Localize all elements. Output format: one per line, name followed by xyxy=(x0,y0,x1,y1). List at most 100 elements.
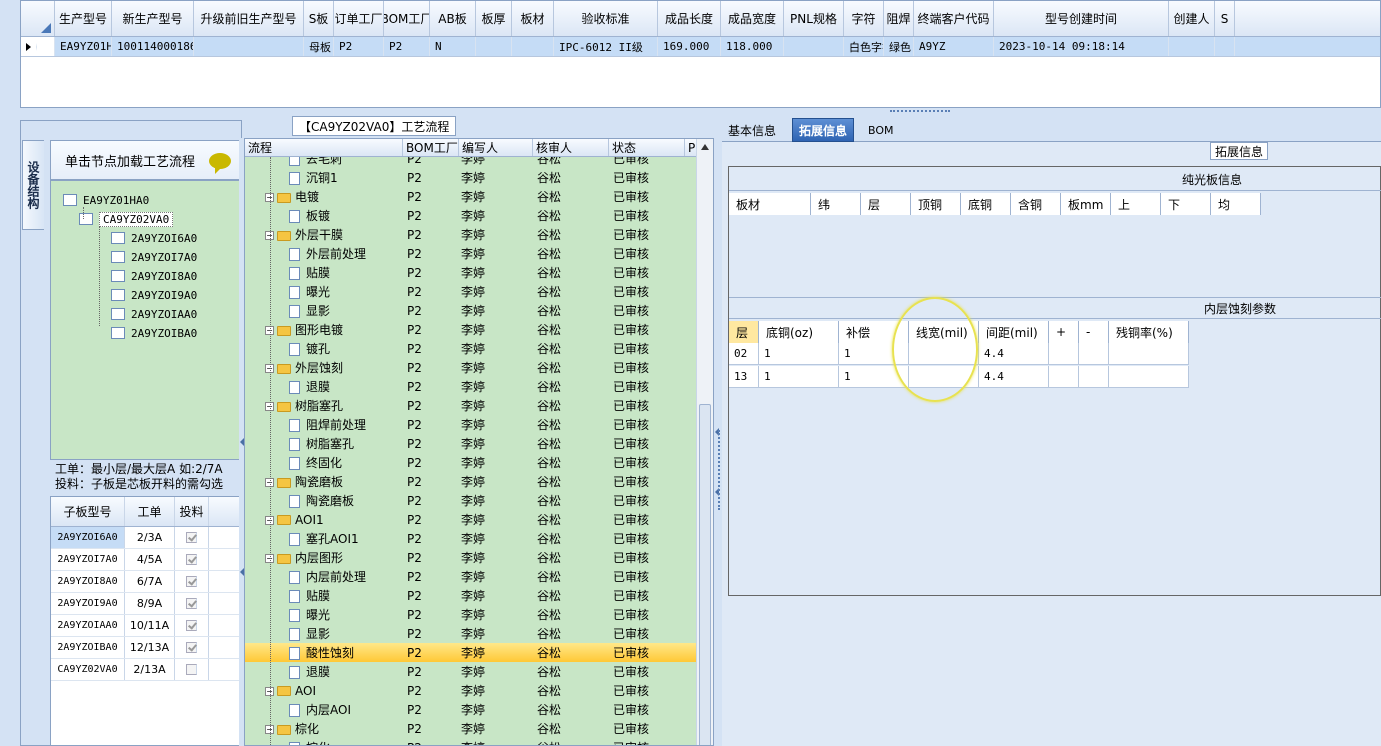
subboard-order[interactable]: 4/5A xyxy=(125,549,175,570)
process-row[interactable]: 板镀 P2 李婷 谷松 已审核 xyxy=(245,206,697,225)
column-header[interactable]: S板 xyxy=(304,1,334,36)
column-header[interactable]: 终端客户代码 xyxy=(914,1,994,36)
scroll-thumb[interactable] xyxy=(699,404,711,745)
process-row[interactable]: − 棕化 P2 李婷 谷松 已审核 xyxy=(245,719,697,738)
table-cell[interactable]: 118.000 xyxy=(721,37,784,56)
column-header[interactable]: 工单 xyxy=(125,497,175,526)
column-header[interactable]: 订单工厂 xyxy=(334,1,384,36)
subboard-model[interactable]: 2A9YZOIBA0 xyxy=(51,637,125,658)
process-row[interactable]: 陶瓷磨板 P2 李婷 谷松 已审核 xyxy=(245,491,697,510)
column-header[interactable]: 状态 xyxy=(609,139,685,156)
table-cell[interactable]: 绿色 xyxy=(884,37,914,56)
column-header[interactable]: 含铜 xyxy=(1011,193,1061,215)
table-cell[interactable]: 4.4 xyxy=(979,343,1049,365)
subboard-feed[interactable] xyxy=(175,637,209,658)
feed-checkbox[interactable] xyxy=(186,620,197,631)
column-header[interactable]: - xyxy=(1079,321,1109,343)
process-row[interactable]: 内层前处理 P2 李婷 谷松 已审核 xyxy=(245,567,697,586)
column-header[interactable]: 阻焊 xyxy=(884,1,914,36)
column-header[interactable]: 层 xyxy=(729,321,759,343)
table-cell[interactable]: 02 xyxy=(729,343,759,365)
column-header[interactable]: AB板 xyxy=(430,1,476,36)
subboard-order[interactable]: 6/7A xyxy=(125,571,175,592)
feed-checkbox[interactable] xyxy=(186,598,197,609)
process-row[interactable]: 酸性蚀刻 P2 李婷 谷松 已审核 xyxy=(245,643,697,662)
table-cell[interactable] xyxy=(784,37,844,56)
subboard-feed[interactable] xyxy=(175,527,209,548)
tab-bom[interactable]: BOM xyxy=(862,118,900,142)
table-cell[interactable]: IPC-6012 II级 xyxy=(554,37,658,56)
feed-checkbox[interactable] xyxy=(186,642,197,653)
subboard-feed[interactable] xyxy=(175,571,209,592)
column-header[interactable]: 创建人 xyxy=(1169,1,1215,36)
process-row[interactable]: 退膜 P2 李婷 谷松 已审核 xyxy=(245,377,697,396)
tree-node[interactable]: 2A9YZOI9A0 xyxy=(111,286,197,304)
process-row[interactable]: 镀孔 P2 李婷 谷松 已审核 xyxy=(245,339,697,358)
tree-node[interactable]: EA9YZ01HA0 xyxy=(63,191,149,209)
subboard-model[interactable]: CA9YZ02VA0 xyxy=(51,659,125,680)
column-header[interactable]: 底铜(oz) xyxy=(759,321,839,343)
process-row[interactable]: 外层前处理 P2 李婷 谷松 已审核 xyxy=(245,244,697,263)
table-cell[interactable] xyxy=(194,37,304,56)
process-row[interactable]: − AOI1 P2 李婷 谷松 已审核 xyxy=(245,510,697,529)
process-row[interactable]: − 内层图形 P2 李婷 谷松 已审核 xyxy=(245,548,697,567)
table-cell[interactable] xyxy=(512,37,554,56)
table-cell[interactable] xyxy=(1109,343,1189,365)
column-header[interactable]: BOM工厂 xyxy=(384,1,430,36)
column-header[interactable]: 板材 xyxy=(512,1,554,36)
table-cell[interactable]: EA9YZ01HA0 xyxy=(55,37,112,56)
tree-node[interactable]: 2A9YZOIBA0 xyxy=(111,324,197,342)
column-header[interactable]: 顶铜 xyxy=(911,193,961,215)
column-header[interactable]: 字符 xyxy=(844,1,884,36)
process-row[interactable]: 塞孔AOI1 P2 李婷 谷松 已审核 xyxy=(245,529,697,548)
subboard-model[interactable]: 2A9YZOI8A0 xyxy=(51,571,125,592)
tree-node[interactable]: 2A9YZOI7A0 xyxy=(111,248,197,266)
horizontal-splitter[interactable] xyxy=(20,108,1381,116)
subboard-model[interactable]: 2A9YZOI7A0 xyxy=(51,549,125,570)
table-cell[interactable]: P2 xyxy=(334,37,384,56)
table-cell[interactable]: 1 xyxy=(759,343,839,365)
subboard-order[interactable]: 10/11A xyxy=(125,615,175,636)
column-header[interactable]: 生产型号 xyxy=(55,1,112,36)
process-row[interactable]: 曝光 P2 李婷 谷松 已审核 xyxy=(245,605,697,624)
column-header[interactable]: PNL规格 xyxy=(784,1,844,36)
feed-checkbox[interactable] xyxy=(186,554,197,565)
process-row[interactable]: 贴膜 P2 李婷 谷松 已审核 xyxy=(245,263,697,282)
speech-bubble-icon[interactable] xyxy=(209,153,231,174)
column-header[interactable]: BOM工厂 xyxy=(403,139,459,156)
process-scrollbar[interactable] xyxy=(696,139,713,745)
feed-checkbox[interactable] xyxy=(186,532,197,543)
table-cell[interactable]: 2023-10-14 09:18:14 xyxy=(994,37,1169,56)
process-row[interactable]: 贴膜 P2 李婷 谷松 已审核 xyxy=(245,586,697,605)
column-header[interactable]: 型号创建时间 xyxy=(994,1,1169,36)
tree-node[interactable]: 2A9YZOIAA0 xyxy=(111,305,197,323)
process-row[interactable]: 内层AOI P2 李婷 谷松 已审核 xyxy=(245,700,697,719)
table-row[interactable]: EA9YZ01HA010011400018606母板P2P2NIPC-6012 … xyxy=(21,37,1380,57)
process-row[interactable]: 沉铜1 P2 李婷 谷松 已审核 xyxy=(245,168,697,187)
table-cell[interactable] xyxy=(1079,366,1109,388)
column-header[interactable]: 上 xyxy=(1111,193,1161,215)
column-header[interactable]: 板mm xyxy=(1061,193,1111,215)
column-header[interactable]: 投料 xyxy=(175,497,209,526)
process-row[interactable]: 树脂塞孔 P2 李婷 谷松 已审核 xyxy=(245,434,697,453)
table-row[interactable]: CA9YZ02VA0 2/13A xyxy=(51,659,239,681)
column-header[interactable]: S xyxy=(1215,1,1235,36)
column-header[interactable]: 编写人 xyxy=(459,139,533,156)
table-cell[interactable]: P2 xyxy=(384,37,430,56)
tab-basic-info[interactable]: 基本信息 xyxy=(722,118,782,142)
table-row[interactable]: 2A9YZOI6A0 2/3A xyxy=(51,527,239,549)
process-row[interactable]: 显影 P2 李婷 谷松 已审核 xyxy=(245,624,697,643)
table-cell[interactable] xyxy=(1079,343,1109,365)
subboard-feed[interactable] xyxy=(175,659,209,680)
subboard-feed[interactable] xyxy=(175,615,209,636)
process-row[interactable]: − 树脂塞孔 P2 李婷 谷松 已审核 xyxy=(245,396,697,415)
table-cell[interactable]: N xyxy=(430,37,476,56)
subboard-model[interactable]: 2A9YZOIAA0 xyxy=(51,615,125,636)
table-cell[interactable]: 10011400018606 xyxy=(112,37,194,56)
column-header[interactable]: 流程 xyxy=(245,139,403,156)
subboard-order[interactable]: 2/3A xyxy=(125,527,175,548)
table-cell[interactable]: A9YZ xyxy=(914,37,994,56)
column-header[interactable]: 纬 xyxy=(811,193,861,215)
table-row[interactable]: 2A9YZOIBA0 12/13A xyxy=(51,637,239,659)
process-row[interactable]: 阻焊前处理 P2 李婷 谷松 已审核 xyxy=(245,415,697,434)
